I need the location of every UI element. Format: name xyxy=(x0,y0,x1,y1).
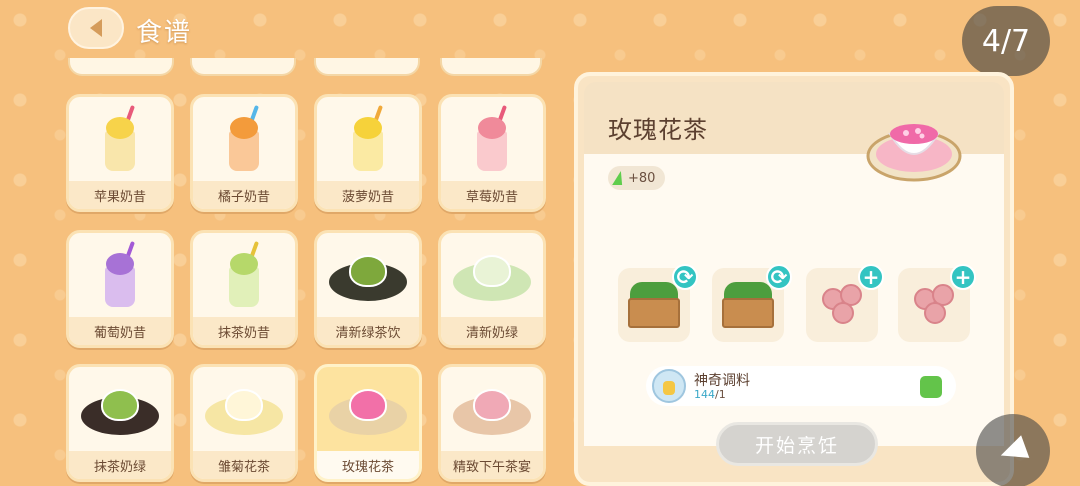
plus-icon[interactable]: + xyxy=(858,264,884,290)
ingredient-slot-tea-leaves[interactable]: ⟳ xyxy=(712,264,792,342)
plus-icon[interactable]: + xyxy=(950,264,976,290)
matcha-milk-green-icon xyxy=(69,367,171,455)
recipe-detail-panel: 玫瑰花茶 +80 ⟳ ⟳ + + 神奇调料 144/1 开始烹饪 xyxy=(574,72,1014,486)
recipe-card-partial[interactable] xyxy=(190,58,296,76)
strawberry-milkshake-icon xyxy=(441,97,543,185)
grape-milkshake-icon xyxy=(69,233,171,321)
recipe-card[interactable]: 橘子奶昔 xyxy=(190,94,298,212)
recipe-label: 精致下午茶宴 xyxy=(441,451,543,479)
start-cooking-button[interactable]: 开始烹饪 xyxy=(716,422,878,466)
recipe-card[interactable]: 抹茶奶绿 xyxy=(66,364,174,482)
swap-icon[interactable]: ⟳ xyxy=(766,264,792,290)
recipe-card[interactable]: 玫瑰花茶 xyxy=(314,364,422,482)
energy-reward: +80 xyxy=(608,166,666,190)
recipe-label: 葡萄奶昔 xyxy=(69,317,171,345)
recipe-card-partial[interactable] xyxy=(314,58,420,76)
recipe-card[interactable]: 精致下午茶宴 xyxy=(438,364,546,482)
recipe-card[interactable]: 清新奶绿 xyxy=(438,230,546,348)
daisy-tea-icon xyxy=(193,367,295,455)
rose-tea-image xyxy=(866,104,962,184)
afternoon-tea-icon xyxy=(441,367,543,455)
recipe-card[interactable]: 葡萄奶昔 xyxy=(66,230,174,348)
share-button[interactable] xyxy=(976,414,1050,486)
rose-icon xyxy=(832,302,854,324)
recipe-label: 抹茶奶绿 xyxy=(69,451,171,479)
energy-value: +80 xyxy=(628,170,656,186)
page-title: 食谱 xyxy=(136,18,193,48)
dish-name: 玫瑰花茶 xyxy=(608,116,708,144)
seasoning-checkbox[interactable] xyxy=(920,376,942,398)
green-tea-icon xyxy=(317,233,419,321)
rose-tea-icon xyxy=(317,367,419,455)
recipe-card-partial[interactable] xyxy=(68,58,174,76)
recipe-label: 抹茶奶昔 xyxy=(193,317,295,345)
recipe-card[interactable]: 雏菊花茶 xyxy=(190,364,298,482)
ingredient-slot-rose[interactable]: + xyxy=(806,264,884,342)
page-indicator: 4/7 xyxy=(962,6,1050,76)
ingredient-slot-rose[interactable]: + xyxy=(898,264,976,342)
crate-icon xyxy=(722,298,774,328)
crate-icon xyxy=(628,298,680,328)
orange-milkshake-icon xyxy=(193,97,295,185)
recipe-label: 玫瑰花茶 xyxy=(317,451,419,479)
recipe-label: 橘子奶昔 xyxy=(193,181,295,209)
recipe-label: 清新奶绿 xyxy=(441,317,543,345)
rose-icon xyxy=(924,302,946,324)
recipe-card-partial[interactable] xyxy=(440,58,542,76)
special-seasoning-row[interactable]: 神奇调料 144/1 xyxy=(646,366,956,406)
recipe-card[interactable]: 清新绿茶饮 xyxy=(314,230,422,348)
swap-icon[interactable]: ⟳ xyxy=(672,264,698,290)
recipe-card[interactable]: 抹茶奶昔 xyxy=(190,230,298,348)
recipe-card[interactable]: 苹果奶昔 xyxy=(66,94,174,212)
seasoning-jar-icon xyxy=(652,369,686,403)
apple-milkshake-icon xyxy=(69,97,171,185)
seasoning-count: 144/1 xyxy=(694,388,726,401)
back-button[interactable] xyxy=(68,7,124,49)
matcha-milkshake-icon xyxy=(193,233,295,321)
recipe-label: 雏菊花茶 xyxy=(193,451,295,479)
share-arrow-icon xyxy=(996,435,1030,467)
seasoning-name: 神奇调料 xyxy=(694,373,750,389)
recipe-card[interactable]: 草莓奶昔 xyxy=(438,94,546,212)
recipe-label: 清新绿茶饮 xyxy=(317,317,419,345)
energy-bolt-icon xyxy=(612,171,626,185)
recipe-label: 草莓奶昔 xyxy=(441,181,543,209)
ingredient-slot-tea-leaves[interactable]: ⟳ xyxy=(618,264,698,342)
chevron-left-icon xyxy=(90,19,102,37)
recipe-label: 菠萝奶昔 xyxy=(317,181,419,209)
recipe-label: 苹果奶昔 xyxy=(69,181,171,209)
pineapple-milkshake-icon xyxy=(317,97,419,185)
milk-green-tea-icon xyxy=(441,233,543,321)
recipe-card[interactable]: 菠萝奶昔 xyxy=(314,94,422,212)
